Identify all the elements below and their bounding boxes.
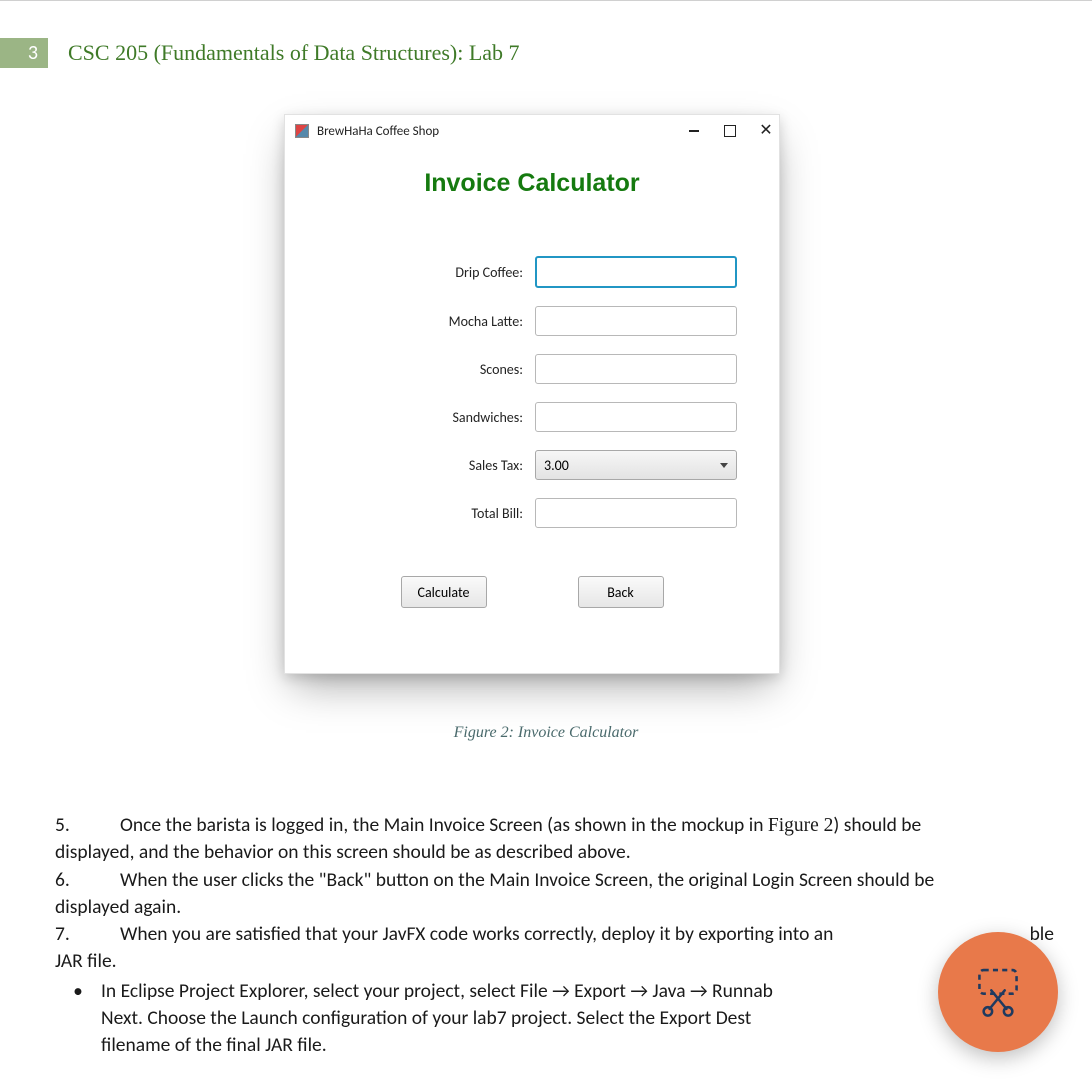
list-number: 7. (55, 921, 120, 948)
item7-line2: JAR file. (55, 948, 1054, 975)
list-number: 6. (55, 867, 120, 894)
bullet-line2: Next. Choose the Launch configuration of… (101, 1005, 773, 1032)
scones-label: Scones: (325, 361, 535, 378)
close-button[interactable]: ✕ (759, 124, 773, 138)
page-number-badge: 3 (0, 38, 48, 68)
drip-coffee-input[interactable] (535, 256, 737, 288)
item7-line1a: When you are satisfied that your JavFX c… (120, 921, 833, 948)
mocha-latte-input[interactable] (535, 306, 737, 336)
sales-tax-label: Sales Tax: (325, 457, 535, 474)
item6-line2: displayed again. (55, 894, 1054, 921)
total-bill-output[interactable] (535, 498, 737, 528)
top-divider (0, 0, 1092, 1)
sandwiches-label: Sandwiches: (325, 409, 535, 426)
calculate-button[interactable]: Calculate (401, 576, 487, 608)
list-number: 5. (55, 812, 120, 839)
mocha-latte-label: Mocha Latte: (325, 313, 535, 330)
back-button[interactable]: Back (578, 576, 664, 608)
sales-tax-value: 3.00 (544, 457, 569, 474)
instruction-text: 5. Once the barista is logged in, the Ma… (55, 812, 1054, 1060)
page-header: 3 CSC 205 (Fundamentals of Data Structur… (0, 38, 520, 68)
bullet-line1: In Eclipse Project Explorer, select your… (101, 978, 773, 1005)
window-title: BrewHaHa Coffee Shop (317, 124, 687, 139)
figure-caption: Figure 2: Invoice Calculator (0, 724, 1092, 742)
figure-reference: Figure 2 (768, 815, 834, 836)
minimize-button[interactable] (687, 124, 701, 138)
form-area: Drip Coffee: Mocha Latte: Scones: Sandwi… (285, 256, 779, 528)
course-title: CSC 205 (Fundamentals of Data Structures… (68, 40, 520, 66)
window-titlebar: BrewHaHa Coffee Shop ✕ (285, 115, 779, 147)
item5-text-b: ) should be (833, 813, 921, 837)
app-icon (295, 124, 309, 138)
scissors-icon (971, 965, 1025, 1019)
maximize-button[interactable] (723, 124, 737, 138)
bullet-icon: • (55, 978, 101, 1060)
item5-text-a: Once the barista is logged in, the Main … (120, 813, 768, 837)
drip-coffee-label: Drip Coffee: (325, 264, 535, 281)
sales-tax-combo[interactable]: 3.00 (535, 450, 737, 480)
sandwiches-input[interactable] (535, 402, 737, 432)
snip-fab[interactable] (938, 932, 1058, 1052)
total-bill-label: Total Bill: (325, 505, 535, 522)
item5-line2: displayed, and the behavior on this scre… (55, 839, 1054, 866)
bullet-line3: filename of the final JAR file. (101, 1032, 773, 1059)
scones-input[interactable] (535, 354, 737, 384)
item6-line1: When the user clicks the "Back" button o… (120, 867, 934, 894)
app-heading: Invoice Calculator (285, 169, 779, 198)
invoice-app-window: BrewHaHa Coffee Shop ✕ Invoice Calculato… (284, 114, 780, 674)
chevron-down-icon (720, 463, 728, 468)
